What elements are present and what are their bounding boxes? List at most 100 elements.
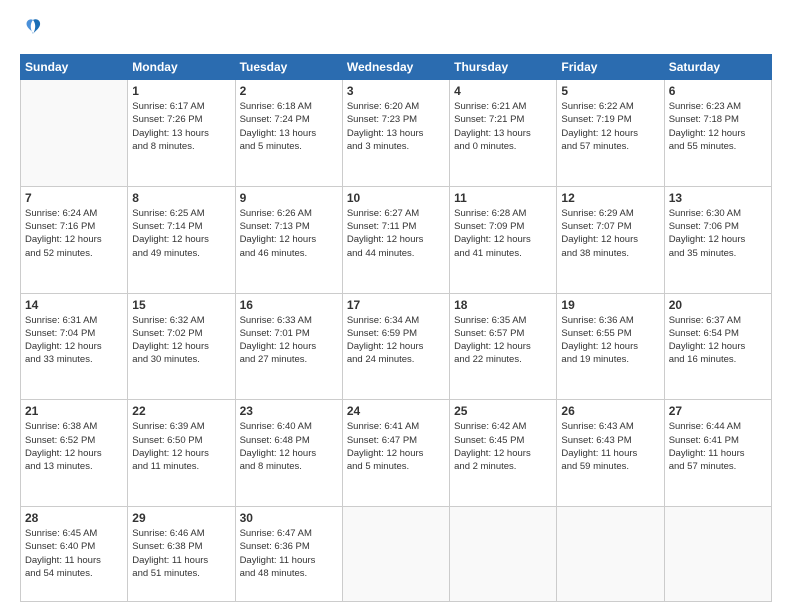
- day-info: Sunrise: 6:31 AM Sunset: 7:04 PM Dayligh…: [25, 314, 123, 367]
- calendar-cell: 6 Sunrise: 6:23 AM Sunset: 7:18 PM Daylig…: [664, 80, 771, 187]
- day-number: 13: [669, 191, 767, 205]
- day-number: 21: [25, 404, 123, 418]
- day-number: 25: [454, 404, 552, 418]
- day-number: 7: [25, 191, 123, 205]
- day-number: 28: [25, 511, 123, 525]
- calendar-cell: 5Sunrise: 6:22 AM Sunset: 7:19 PM Daylig…: [557, 80, 664, 187]
- day-info: Sunrise: 6:36 AM Sunset: 6:55 PM Dayligh…: [561, 314, 659, 367]
- calendar-cell: 14 Sunrise: 6:31 AM Sunset: 7:04 PM Dayli…: [21, 293, 128, 400]
- calendar-cell: [450, 507, 557, 602]
- calendar-cell: 12Sunrise: 6:29 AM Sunset: 7:07 PM Dayli…: [557, 186, 664, 293]
- day-number: 3: [347, 84, 445, 98]
- calendar-cell: 8 Sunrise: 6:25 AM Sunset: 7:14 PM Daylig…: [128, 186, 235, 293]
- week-row-0: 1Sunrise: 6:17 AM Sunset: 7:26 PM Daylig…: [21, 80, 772, 187]
- day-info: Sunrise: 6:34 AM Sunset: 6:59 PM Dayligh…: [347, 314, 445, 367]
- weekday-header-sunday: Sunday: [21, 55, 128, 80]
- calendar-cell: 27Sunrise: 6:44 AM Sunset: 6:41 PM Dayli…: [664, 400, 771, 507]
- weekday-header-row: SundayMondayTuesdayWednesdayThursdayFrid…: [21, 55, 772, 80]
- day-number: 26: [561, 404, 659, 418]
- day-number: 30: [240, 511, 338, 525]
- day-info: Sunrise: 6:43 AM Sunset: 6:43 PM Dayligh…: [561, 420, 659, 473]
- day-number: 5: [561, 84, 659, 98]
- day-info: Sunrise: 6:40 AM Sunset: 6:48 PM Dayligh…: [240, 420, 338, 473]
- day-info: Sunrise: 6:35 AM Sunset: 6:57 PM Dayligh…: [454, 314, 552, 367]
- day-number: 9: [240, 191, 338, 205]
- day-number: 6: [669, 84, 767, 98]
- day-number: 16: [240, 298, 338, 312]
- weekday-header-tuesday: Tuesday: [235, 55, 342, 80]
- day-info: Sunrise: 6:28 AM Sunset: 7:09 PM Dayligh…: [454, 207, 552, 260]
- calendar-cell: 19Sunrise: 6:36 AM Sunset: 6:55 PM Dayli…: [557, 293, 664, 400]
- day-info: Sunrise: 6:38 AM Sunset: 6:52 PM Dayligh…: [25, 420, 123, 473]
- day-number: 18: [454, 298, 552, 312]
- calendar-cell: 7Sunrise: 6:24 AM Sunset: 7:16 PM Daylig…: [21, 186, 128, 293]
- calendar-cell: 2 Sunrise: 6:18 AM Sunset: 7:24 PM Daylig…: [235, 80, 342, 187]
- calendar-cell: 29 Sunrise: 6:46 AM Sunset: 6:38 PM Dayli…: [128, 507, 235, 602]
- logo: [20, 16, 44, 44]
- day-info: Sunrise: 6:39 AM Sunset: 6:50 PM Dayligh…: [132, 420, 230, 473]
- day-number: 11: [454, 191, 552, 205]
- day-info: Sunrise: 6:42 AM Sunset: 6:45 PM Dayligh…: [454, 420, 552, 473]
- day-info: Sunrise: 6:18 AM Sunset: 7:24 PM Dayligh…: [240, 100, 338, 153]
- calendar-cell: 30 Sunrise: 6:47 AM Sunset: 6:36 PM Dayli…: [235, 507, 342, 602]
- day-info: Sunrise: 6:46 AM Sunset: 6:38 PM Dayligh…: [132, 527, 230, 580]
- header: [20, 16, 772, 44]
- weekday-header-monday: Monday: [128, 55, 235, 80]
- day-number: 15: [132, 298, 230, 312]
- calendar-cell: 10 Sunrise: 6:27 AM Sunset: 7:11 PM Dayli…: [342, 186, 449, 293]
- day-number: 12: [561, 191, 659, 205]
- day-number: 14: [25, 298, 123, 312]
- calendar-cell: 26 Sunrise: 6:43 AM Sunset: 6:43 PM Dayli…: [557, 400, 664, 507]
- day-info: Sunrise: 6:37 AM Sunset: 6:54 PM Dayligh…: [669, 314, 767, 367]
- calendar-cell: 15 Sunrise: 6:32 AM Sunset: 7:02 PM Dayli…: [128, 293, 235, 400]
- day-number: 24: [347, 404, 445, 418]
- weekday-header-friday: Friday: [557, 55, 664, 80]
- day-info: Sunrise: 6:21 AM Sunset: 7:21 PM Dayligh…: [454, 100, 552, 153]
- calendar-cell: [21, 80, 128, 187]
- day-info: Sunrise: 6:32 AM Sunset: 7:02 PM Dayligh…: [132, 314, 230, 367]
- calendar-cell: 11 Sunrise: 6:28 AM Sunset: 7:09 PM Dayli…: [450, 186, 557, 293]
- calendar-cell: [557, 507, 664, 602]
- day-info: Sunrise: 6:47 AM Sunset: 6:36 PM Dayligh…: [240, 527, 338, 580]
- day-info: Sunrise: 6:27 AM Sunset: 7:11 PM Dayligh…: [347, 207, 445, 260]
- week-row-2: 14 Sunrise: 6:31 AM Sunset: 7:04 PM Dayli…: [21, 293, 772, 400]
- weekday-header-thursday: Thursday: [450, 55, 557, 80]
- calendar-cell: 17 Sunrise: 6:34 AM Sunset: 6:59 PM Dayli…: [342, 293, 449, 400]
- day-info: Sunrise: 6:41 AM Sunset: 6:47 PM Dayligh…: [347, 420, 445, 473]
- day-number: 8: [132, 191, 230, 205]
- day-number: 20: [669, 298, 767, 312]
- day-number: 2: [240, 84, 338, 98]
- calendar-cell: 16Sunrise: 6:33 AM Sunset: 7:01 PM Dayli…: [235, 293, 342, 400]
- calendar-cell: 21 Sunrise: 6:38 AM Sunset: 6:52 PM Dayli…: [21, 400, 128, 507]
- calendar-cell: 13 Sunrise: 6:30 AM Sunset: 7:06 PM Dayli…: [664, 186, 771, 293]
- day-number: 23: [240, 404, 338, 418]
- day-number: 29: [132, 511, 230, 525]
- day-info: Sunrise: 6:25 AM Sunset: 7:14 PM Dayligh…: [132, 207, 230, 260]
- day-info: Sunrise: 6:45 AM Sunset: 6:40 PM Dayligh…: [25, 527, 123, 580]
- calendar-cell: [342, 507, 449, 602]
- calendar-cell: 4 Sunrise: 6:21 AM Sunset: 7:21 PM Daylig…: [450, 80, 557, 187]
- day-number: 22: [132, 404, 230, 418]
- day-number: 4: [454, 84, 552, 98]
- day-number: 1: [132, 84, 230, 98]
- calendar-cell: 22 Sunrise: 6:39 AM Sunset: 6:50 PM Dayli…: [128, 400, 235, 507]
- day-info: Sunrise: 6:23 AM Sunset: 7:18 PM Dayligh…: [669, 100, 767, 153]
- week-row-3: 21 Sunrise: 6:38 AM Sunset: 6:52 PM Dayli…: [21, 400, 772, 507]
- day-info: Sunrise: 6:30 AM Sunset: 7:06 PM Dayligh…: [669, 207, 767, 260]
- calendar-cell: 9 Sunrise: 6:26 AM Sunset: 7:13 PM Daylig…: [235, 186, 342, 293]
- calendar-cell: 20 Sunrise: 6:37 AM Sunset: 6:54 PM Dayli…: [664, 293, 771, 400]
- calendar-cell: 23 Sunrise: 6:40 AM Sunset: 6:48 PM Dayli…: [235, 400, 342, 507]
- day-number: 17: [347, 298, 445, 312]
- week-row-1: 7Sunrise: 6:24 AM Sunset: 7:16 PM Daylig…: [21, 186, 772, 293]
- week-row-4: 28 Sunrise: 6:45 AM Sunset: 6:40 PM Dayli…: [21, 507, 772, 602]
- calendar-table: SundayMondayTuesdayWednesdayThursdayFrid…: [20, 54, 772, 602]
- calendar-cell: [664, 507, 771, 602]
- weekday-header-wednesday: Wednesday: [342, 55, 449, 80]
- day-number: 27: [669, 404, 767, 418]
- day-number: 10: [347, 191, 445, 205]
- day-info: Sunrise: 6:26 AM Sunset: 7:13 PM Dayligh…: [240, 207, 338, 260]
- calendar-cell: 25 Sunrise: 6:42 AM Sunset: 6:45 PM Dayli…: [450, 400, 557, 507]
- page: SundayMondayTuesdayWednesdayThursdayFrid…: [0, 0, 792, 612]
- calendar-cell: 28 Sunrise: 6:45 AM Sunset: 6:40 PM Dayli…: [21, 507, 128, 602]
- calendar-cell: 18 Sunrise: 6:35 AM Sunset: 6:57 PM Dayli…: [450, 293, 557, 400]
